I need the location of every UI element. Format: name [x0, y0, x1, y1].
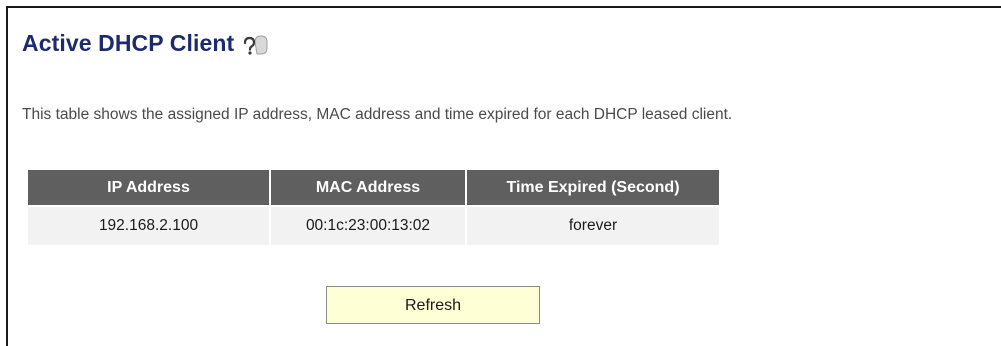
content-panel: Active DHCP Client This table shows the … [6, 6, 1001, 346]
help-question-icon[interactable] [242, 34, 268, 61]
page-title: Active DHCP Client [22, 30, 235, 56]
table-header-row: IP Address MAC Address Time Expired (Sec… [28, 170, 719, 205]
header-ip-address: IP Address [28, 170, 269, 205]
header-time-expired: Time Expired (Second) [467, 170, 719, 205]
refresh-button[interactable]: Refresh [326, 286, 540, 324]
table-row: 192.168.2.100 00:1c:23:00:13:02 forever [28, 207, 719, 245]
cell-ip-address: 192.168.2.100 [28, 207, 269, 245]
header-mac-address: MAC Address [271, 170, 465, 205]
cell-mac-address: 00:1c:23:00:13:02 [271, 207, 465, 245]
cell-time-expired: forever [467, 207, 719, 245]
title-row: Active DHCP Client [22, 30, 268, 57]
page-description: This table shows the assigned IP address… [22, 106, 733, 123]
dhcp-client-table: IP Address MAC Address Time Expired (Sec… [26, 168, 721, 247]
